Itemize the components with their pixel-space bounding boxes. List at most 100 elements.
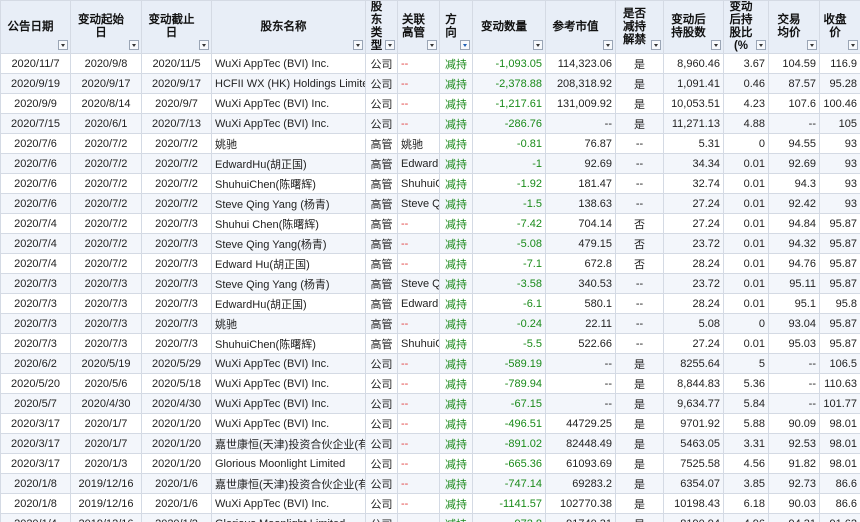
table-row[interactable]: 2020/7/6 2020/7/2 2020/7/2 EdwardHu(胡正国) 高管 E… xyxy=(0,153,860,174)
table-row[interactable]: 2020/1/8 2019/12/16 2020/1/6 嘉世康恒(天津)投资合伙企业… xyxy=(0,473,860,494)
table-row[interactable]: 2020/7/6 2020/7/2 2020/7/2 ShuhuiChen(陈曙辉) 高… xyxy=(0,173,860,194)
column-header-restricted[interactable]: 是否减持解禁 xyxy=(615,0,664,54)
table-row[interactable]: 2020/5/20 2020/5/6 2020/5/18 WuXi AppTec (B… xyxy=(0,373,860,394)
cell-restricted: -- xyxy=(615,273,664,294)
cell-restricted: 是 xyxy=(615,493,664,514)
cell-restricted: 否 xyxy=(615,213,664,234)
table-row[interactable]: 2020/7/6 2020/7/2 2020/7/2 Steve Qing Yang … xyxy=(0,193,860,214)
cell-start_date: 2020/7/2 xyxy=(70,253,142,274)
column-header-start_date[interactable]: 变动起始日 xyxy=(70,0,142,54)
table-row[interactable]: 2020/3/17 2020/1/7 2020/1/20 WuXi AppTec (B… xyxy=(0,413,860,434)
table-row[interactable]: 2020/7/15 2020/6/1 2020/7/13 WuXi AppTec (B… xyxy=(0,113,860,134)
table-row[interactable]: 2020/1/42019/12/162020/1/2Glorious Moonl… xyxy=(0,513,860,522)
cell-start_date: 2020/7/2 xyxy=(70,133,142,154)
table-row[interactable]: 2020/7/3 2020/7/3 2020/7/3 Steve Qing Yang … xyxy=(0,273,860,294)
cell-ref_value: 181.47 xyxy=(545,173,616,194)
cell-ref_value: -- xyxy=(545,113,616,134)
cell-after_ratio: 4.88 xyxy=(723,113,769,134)
cell-end_date: 2020/1/20 xyxy=(141,453,212,474)
column-header-direction[interactable]: 方向 xyxy=(439,0,473,54)
filter-dropdown-icon[interactable] xyxy=(756,40,766,50)
cell-holder: WuXi AppTec (BVI) Inc. xyxy=(211,53,366,74)
filter-dropdown-icon[interactable] xyxy=(129,40,139,50)
cell-direction: 减持 xyxy=(439,173,473,194)
filter-dropdown-icon[interactable] xyxy=(533,40,543,50)
column-header-related[interactable]: 关联高管 xyxy=(397,0,440,54)
table-row[interactable]: 2020/11/7 2020/9/8 2020/11/5 WuXi AppTec (B… xyxy=(0,53,860,74)
column-header-end_date[interactable]: 变动截止日 xyxy=(141,0,212,54)
cell-start_date: 2020/7/3 xyxy=(70,273,142,294)
table-row[interactable]: 2020/9/9 2020/8/14 2020/9/7 WuXi AppTec (BV… xyxy=(0,93,860,114)
cell-after_shares: 1,091.41 xyxy=(663,73,724,94)
cell-holder_type: 公司 xyxy=(365,433,398,454)
cell-after_ratio: 4.56 xyxy=(723,453,769,474)
table-row[interactable]: 2020/7/6 2020/7/2 2020/7/2 姚驰 高管 姚驰 减持 -0.81 76.… xyxy=(0,133,860,154)
column-header-close_price[interactable]: 收盘价 xyxy=(819,0,860,54)
filter-dropdown-icon[interactable] xyxy=(353,40,363,50)
filter-dropdown-icon[interactable] xyxy=(651,40,661,50)
column-header-holder_type[interactable]: 股东类型 xyxy=(365,0,398,54)
table-row[interactable]: 2020/3/17 2020/1/3 2020/1/20 Glorious Moonl… xyxy=(0,453,860,474)
filter-dropdown-icon[interactable] xyxy=(427,40,437,50)
filter-dropdown-icon[interactable] xyxy=(603,40,613,50)
column-header-change_qty[interactable]: 变动数量 xyxy=(472,0,546,54)
cell-direction: 减持 xyxy=(439,413,473,434)
table-row[interactable]: 2020/3/17 2020/1/7 2020/1/20 嘉世康恒(天津)投资合伙企业… xyxy=(0,433,860,454)
filter-dropdown-icon[interactable] xyxy=(58,40,68,50)
column-header-announce_date[interactable]: 公告日期 xyxy=(0,0,71,54)
cell-restricted: -- xyxy=(615,153,664,174)
cell-after_ratio: 0.01 xyxy=(723,213,769,234)
cell-end_date: 2020/7/3 xyxy=(141,213,212,234)
cell-change_qty: -5.08 xyxy=(472,233,546,254)
cell-holder_type: 高管 xyxy=(365,233,398,254)
cell-end_date: 2020/11/5 xyxy=(141,53,212,74)
filter-dropdown-icon[interactable] xyxy=(848,40,858,50)
column-header-after_shares[interactable]: 变动后持股数 xyxy=(663,0,724,54)
cell-close_price: 98.01 xyxy=(819,453,860,474)
cell-announce_date: 2020/7/3 xyxy=(0,333,71,354)
table-row[interactable]: 2020/5/7 2020/4/30 2020/4/30 WuXi AppTec (B… xyxy=(0,393,860,414)
cell-holder: 嘉世康恒(天津)投资合伙企业(有限合伙) xyxy=(211,473,366,494)
table-row[interactable]: 2020/7/3 2020/7/3 2020/7/3 ShuhuiChen(陈曙辉) 高… xyxy=(0,333,860,354)
cell-avg_price: 94.84 xyxy=(768,213,820,234)
cell-close_price: 110.63 xyxy=(819,373,860,394)
filter-dropdown-icon[interactable] xyxy=(199,40,209,50)
cell-announce_date: 2020/5/7 xyxy=(0,393,71,414)
cell-restricted: -- xyxy=(615,133,664,154)
cell-announce_date: 2020/11/7 xyxy=(0,53,71,74)
cell-avg_price: 94.55 xyxy=(768,133,820,154)
cell-avg_price: 94.3 xyxy=(768,173,820,194)
column-header-ref_value[interactable]: 参考市值 xyxy=(545,0,616,54)
cell-holder: WuXi AppTec (BVI) Inc. xyxy=(211,113,366,134)
cell-holder: WuXi AppTec (BVI) Inc. xyxy=(211,493,366,514)
table-row[interactable]: 2020/7/3 2020/7/3 2020/7/3 姚驰 高管 -- 减持 -0.24 22.… xyxy=(0,313,860,334)
column-header-after_ratio[interactable]: 变动后持股比(% xyxy=(723,0,769,54)
filter-dropdown-icon[interactable] xyxy=(460,40,470,50)
cell-end_date: 2020/7/3 xyxy=(141,293,212,314)
cell-direction: 减持 xyxy=(439,233,473,254)
cell-announce_date: 2020/1/8 xyxy=(0,473,71,494)
cell-change_qty: -1,093.05 xyxy=(472,53,546,74)
column-header-avg_price[interactable]: 交易均价 xyxy=(768,0,820,54)
cell-after_shares: 27.24 xyxy=(663,333,724,354)
filter-dropdown-icon[interactable] xyxy=(711,40,721,50)
column-header-holder[interactable]: 股东名称 xyxy=(211,0,366,54)
table-row[interactable]: 2020/6/2 2020/5/19 2020/5/29 WuXi AppTec (B… xyxy=(0,353,860,374)
cell-direction: 减持 xyxy=(439,333,473,354)
filter-dropdown-icon[interactable] xyxy=(807,40,817,50)
cell-avg_price: -- xyxy=(768,393,820,414)
table-row[interactable]: 2020/7/4 2020/7/2 2020/7/3 Shuhui Chen(陈曙辉)… xyxy=(0,213,860,234)
filter-dropdown-icon[interactable] xyxy=(385,40,395,50)
cell-start_date: 2020/7/2 xyxy=(70,173,142,194)
cell-change_qty: -3.58 xyxy=(472,273,546,294)
table-row[interactable]: 2020/7/3 2020/7/3 2020/7/3 EdwardHu(胡正国) 高管 E… xyxy=(0,293,860,314)
cell-holder_type: 高管 xyxy=(365,333,398,354)
cell-holder: ShuhuiChen(陈曙辉) xyxy=(211,173,366,194)
table-row[interactable]: 2020/7/4 2020/7/2 2020/7/3 Edward Hu(胡正国) 高管… xyxy=(0,253,860,274)
table-row[interactable]: 2020/7/4 2020/7/2 2020/7/3 Steve Qing Yang(… xyxy=(0,233,860,254)
table-row[interactable]: 2020/1/8 2019/12/16 2020/1/6 WuXi AppTec (B… xyxy=(0,493,860,514)
cell-restricted: 否 xyxy=(615,253,664,274)
table-row[interactable]: 2020/9/19 2020/9/17 2020/9/17 HCFII WX (HK)… xyxy=(0,73,860,94)
cell-after_ratio: 3.85 xyxy=(723,473,769,494)
cell-related: Steve Qi xyxy=(397,193,440,214)
